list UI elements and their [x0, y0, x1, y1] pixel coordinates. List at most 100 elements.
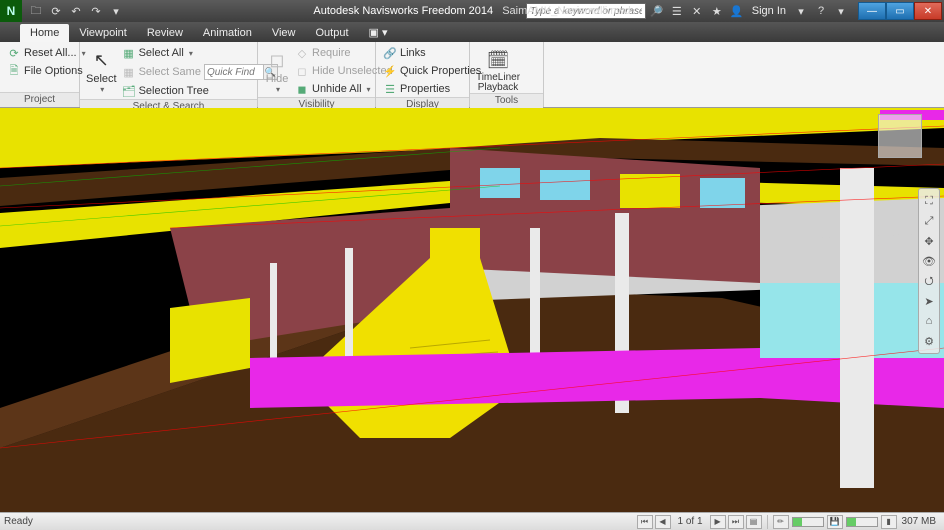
select-label: Select — [86, 73, 117, 85]
app-title: Autodesk Navisworks Freedom 2014 — [313, 5, 493, 17]
nav-walk-icon[interactable]: ➤ — [921, 293, 937, 309]
file-options-button[interactable]: 🗎File Options — [6, 63, 87, 79]
minimize-button[interactable]: — — [858, 2, 886, 20]
select-same-icon: ▦ — [122, 65, 136, 79]
performance-icon[interactable]: ✏ — [773, 515, 789, 529]
properties-label: Properties — [400, 83, 450, 95]
signin-dropdown-icon[interactable]: ▾ — [792, 2, 810, 20]
search-go-icon[interactable]: 🔎 — [648, 2, 666, 20]
qat-refresh-icon[interactable]: ⟳ — [48, 3, 64, 19]
chevron-down-icon: ▾ — [276, 85, 280, 94]
properties-icon: ☰ — [383, 82, 397, 96]
qat-open-icon[interactable]: 🗀 — [28, 3, 44, 19]
disk-icon[interactable]: 💾 — [827, 515, 843, 529]
select-same-label: Select Same — [139, 66, 201, 78]
hide-unselected-icon: ◻ — [295, 64, 309, 78]
subscription-icon[interactable]: ☰ — [668, 2, 686, 20]
help-dropdown-icon[interactable]: ▾ — [832, 2, 850, 20]
viewcube[interactable] — [878, 114, 922, 158]
sheet-last-button[interactable]: ⏭ — [728, 515, 744, 529]
sheet-next-button[interactable]: ▶ — [710, 515, 726, 529]
link-icon: 🔗 — [383, 46, 397, 60]
exchange-icon[interactable]: ✕ — [688, 2, 706, 20]
model-viewport[interactable]: ⛶ ⤢ ✥ 👁 ⭯ ➤ ⌂ ⚙ — [0, 108, 944, 512]
group-label-project: Project — [0, 92, 79, 107]
file-name: SaimAMK_Navismalli.nwd — [502, 5, 630, 17]
status-ready: Ready — [4, 516, 33, 527]
tab-animation[interactable]: Animation — [193, 24, 262, 42]
links-button[interactable]: 🔗Links — [382, 45, 482, 61]
select-button[interactable]: ↖ Select ▾ — [86, 45, 117, 94]
help-icon[interactable]: ? — [812, 2, 830, 20]
ribbon-tabs: Home Viewpoint Review Animation View Out… — [0, 22, 944, 42]
qat-undo-icon[interactable]: ↶ — [68, 3, 84, 19]
app-icon[interactable]: N — [0, 0, 22, 22]
reset-all-button[interactable]: ⟳Reset All...▾ — [6, 45, 87, 61]
nav-zoom-icon[interactable]: ✥ — [921, 233, 937, 249]
close-button[interactable]: ✕ — [914, 2, 942, 20]
nav-wheel-icon[interactable]: ⛶ — [921, 193, 937, 209]
ribbon-group-project: ⟳Reset All...▾ 🗎File Options Project — [0, 42, 80, 107]
nav-orbit-icon[interactable]: ⭯ — [921, 273, 937, 289]
select-all-button[interactable]: ▦Select All▾ — [121, 45, 279, 61]
tab-viewpoint[interactable]: Viewpoint — [69, 24, 137, 42]
title-bar: N 🗀 ⟳ ↶ ↷ ▾ Autodesk Navisworks Freedom … — [0, 0, 944, 22]
window-controls: — ▭ ✕ — [858, 2, 942, 20]
navigation-bar: ⛶ ⤢ ✥ 👁 ⭯ ➤ ⌂ ⚙ — [918, 188, 940, 354]
memory-label: 307 MB — [898, 516, 940, 527]
unhide-icon: ◼ — [295, 82, 309, 96]
quick-access-toolbar: 🗀 ⟳ ↶ ↷ ▾ — [22, 3, 130, 19]
tree-icon: 🗂 — [122, 84, 136, 98]
chevron-down-icon: ▾ — [367, 85, 371, 94]
memory-icon[interactable]: ▮ — [881, 515, 897, 529]
hide-button[interactable]: ◻ Hide ▾ — [264, 45, 290, 94]
sheet-prev-button[interactable]: ◀ — [655, 515, 671, 529]
tab-output[interactable]: Output — [306, 24, 359, 42]
quick-find-input[interactable] — [204, 64, 264, 80]
tab-view[interactable]: View — [262, 24, 306, 42]
status-bar: Ready ⏮ ◀ 1 of 1 ▶ ⏭ ▤ ✏ 💾 ▮ 307 MB — [0, 512, 944, 530]
quick-properties-button[interactable]: ⚡Quick Properties — [382, 63, 482, 79]
chevron-down-icon: ▾ — [189, 49, 193, 58]
links-label: Links — [400, 47, 426, 59]
hide-label: Hide — [266, 73, 289, 85]
quick-properties-icon: ⚡ — [383, 64, 397, 78]
qat-dropdown-icon[interactable]: ▾ — [108, 3, 124, 19]
selection-tree-button[interactable]: 🗂Selection Tree — [121, 83, 279, 99]
timeliner-playback-button[interactable]: 🗓 TimeLiner Playback — [476, 45, 520, 93]
nav-look-icon[interactable]: 👁 — [921, 253, 937, 269]
sheet-first-button[interactable]: ⏮ — [637, 515, 653, 529]
sign-in-button[interactable]: Sign In — [748, 5, 790, 17]
document-icon: 🗎 — [7, 64, 21, 78]
nav-settings-icon[interactable]: ⚙ — [921, 333, 937, 349]
sheet-browser-button[interactable]: ▤ — [746, 515, 762, 529]
require-label: Require — [312, 47, 351, 59]
nav-home-icon[interactable]: ⌂ — [921, 313, 937, 329]
group-label-tools: Tools — [470, 93, 543, 108]
reset-all-label: Reset All... — [24, 47, 77, 59]
timeliner-label: TimeLiner Playback — [476, 73, 520, 93]
progress-meter-2 — [846, 517, 878, 527]
chevron-down-icon: ▾ — [100, 85, 104, 94]
cursor-icon: ↖ — [88, 47, 114, 73]
hide-icon: ◻ — [264, 47, 290, 73]
tab-review[interactable]: Review — [137, 24, 193, 42]
file-options-label: File Options — [24, 65, 83, 77]
progress-meter-1 — [792, 517, 824, 527]
nav-pan-icon[interactable]: ⤢ — [921, 213, 937, 229]
maximize-button[interactable]: ▭ — [886, 2, 914, 20]
ribbon: ⟳Reset All...▾ 🗎File Options Project ↖ S… — [0, 42, 944, 108]
select-all-label: Select All — [139, 47, 184, 59]
user-icon[interactable]: 👤 — [728, 2, 746, 20]
ribbon-group-display: 🔗Links ⚡Quick Properties ☰Properties Dis… — [376, 42, 470, 107]
select-same-button[interactable]: ▦Select Same🔍 — [121, 63, 279, 81]
tab-addins-icon[interactable]: ▣ ▾ — [359, 23, 398, 42]
favorite-icon[interactable]: ★ — [708, 2, 726, 20]
properties-button[interactable]: ☰Properties — [382, 81, 482, 97]
refresh-icon: ⟳ — [7, 46, 21, 60]
qat-redo-icon[interactable]: ↷ — [88, 3, 104, 19]
ribbon-group-tools: 🗓 TimeLiner Playback Tools — [470, 42, 544, 107]
tab-home[interactable]: Home — [20, 24, 69, 42]
require-icon: ◇ — [295, 46, 309, 60]
selection-tree-label: Selection Tree — [139, 85, 209, 97]
